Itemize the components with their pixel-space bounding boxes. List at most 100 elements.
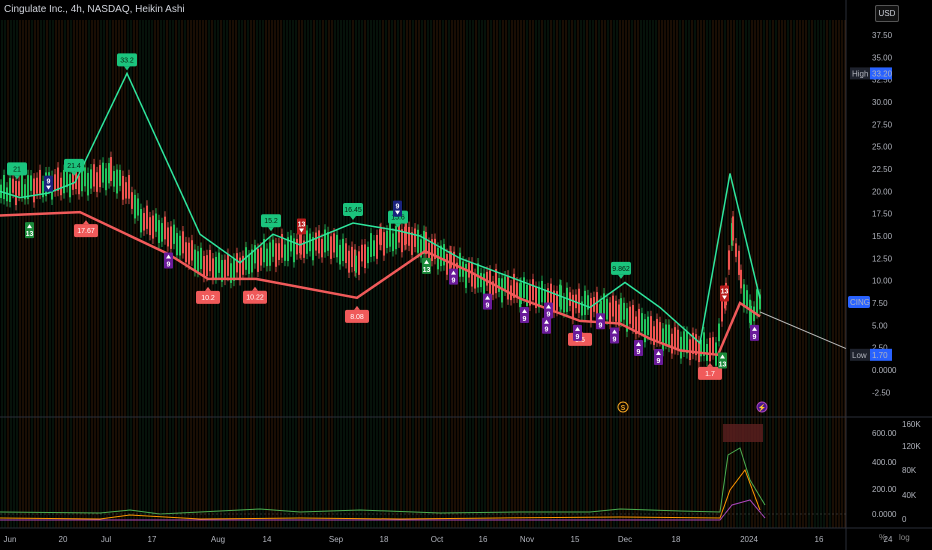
candle-body (164, 216, 166, 240)
candle-body (176, 233, 178, 256)
candle-body (21, 172, 23, 197)
price-tick-label: 12.50 (872, 254, 893, 263)
time-tick-label: Sep (329, 535, 344, 544)
candle-body (345, 243, 347, 264)
candle-body (446, 253, 448, 275)
candle-body (465, 263, 467, 288)
pivot-high-label: 15.2 (264, 218, 278, 225)
pivot-high-label: 16.45 (344, 207, 362, 214)
candle-body (236, 253, 238, 273)
price-tick-label: 5.00 (872, 321, 888, 330)
price-tick-label: 30.00 (872, 98, 893, 107)
candle-body (520, 282, 522, 304)
seq-count-label: 9 (599, 322, 603, 329)
candle-body (668, 324, 670, 347)
candle-body (342, 238, 344, 261)
candle-body (173, 224, 175, 244)
candle-body (370, 233, 372, 257)
candle-body (278, 243, 280, 260)
price-tick-label: 22.50 (872, 165, 893, 174)
seq-count-label: 13 (26, 231, 34, 238)
volume-tick-label: 120K (902, 442, 921, 451)
candle-body (566, 287, 568, 312)
candle-body (170, 226, 172, 249)
pivot-low-label: 10.2 (201, 295, 215, 302)
candle-body (227, 253, 229, 276)
chart-root[interactable]: 37.50 35.00 32.50 30.00 27.50 25.00 22.50 20.00… (0, 0, 932, 550)
candle-body (662, 328, 664, 351)
candle-body (143, 213, 145, 231)
candle-body (612, 295, 614, 317)
candle-body (158, 220, 160, 243)
log-scale-button[interactable]: log (899, 533, 910, 542)
pivot-low-label: 1.7 (705, 371, 715, 378)
candle-body (638, 308, 640, 333)
price-tick-label: 0.0000 (872, 366, 897, 375)
candle-body (735, 243, 737, 257)
price-tick-label: 20.00 (872, 187, 893, 196)
candle-body (550, 283, 552, 304)
candle-body (167, 227, 169, 247)
candle-body (401, 229, 403, 253)
time-tick-label: 15 (571, 535, 580, 544)
candle-body (260, 247, 262, 266)
candle-body (39, 169, 41, 194)
time-tick-label: Dec (618, 535, 632, 544)
seq-count-label: 13 (719, 362, 727, 369)
candle-body (215, 256, 217, 279)
price-tick-label: 7.50 (872, 299, 888, 308)
candle-body (212, 258, 214, 279)
candle-body (709, 337, 711, 362)
candle-body (272, 239, 274, 257)
candle-body (200, 247, 202, 270)
candle-body (560, 285, 562, 310)
high-tag-label: High (852, 69, 868, 78)
candle-body (584, 290, 586, 315)
price-tick-label: 27.50 (872, 120, 893, 129)
seq-count-label: 9 (47, 179, 51, 186)
price-tick-label: 25.00 (872, 143, 893, 152)
candle-body (740, 269, 742, 289)
candle-body (239, 257, 241, 281)
candle-body (336, 234, 338, 258)
time-tick-label: Oct (431, 535, 444, 544)
candle-body (84, 167, 86, 187)
candle-body (105, 168, 107, 191)
candle-body (541, 280, 543, 303)
candle-body (3, 174, 5, 200)
candle-body (339, 244, 341, 265)
candle-body (386, 230, 388, 248)
candle-body (275, 243, 277, 267)
candle-body (131, 192, 133, 209)
pivot-high-label: 33.2 (120, 57, 134, 64)
low-tag-label: Low (852, 351, 867, 360)
candle-body (507, 275, 509, 300)
candle-body (632, 305, 634, 329)
seq-count-label: 9 (657, 358, 661, 365)
volume-tick-label: 0 (902, 515, 907, 524)
candle-body (656, 318, 658, 342)
price-chart[interactable]: 37.5035.0032.5030.0027.5025.0022.5020.00… (0, 0, 932, 550)
candle-body (87, 172, 89, 196)
osc-highlight-box (723, 424, 763, 442)
candle-body (327, 232, 329, 251)
candle-body (373, 240, 375, 257)
candle-body (54, 174, 56, 192)
pivot-low-label: 10.22 (246, 295, 264, 302)
candle-body (392, 233, 394, 252)
pivot-high-pointer (350, 216, 356, 221)
candle-body (9, 177, 11, 202)
candle-body (113, 171, 115, 187)
time-tick-label: Nov (520, 535, 534, 544)
price-tick-label: 37.50 (872, 31, 893, 40)
percent-scale-button[interactable]: % (879, 533, 886, 542)
candle-body (152, 215, 154, 239)
candle-body (318, 230, 320, 254)
candle-body (486, 271, 488, 286)
candle-body (93, 164, 95, 187)
candle-body (380, 228, 382, 246)
candle-body (248, 255, 250, 274)
candle-body (504, 276, 506, 291)
currency-selector[interactable]: USD (875, 5, 899, 22)
candle-body (683, 331, 685, 352)
